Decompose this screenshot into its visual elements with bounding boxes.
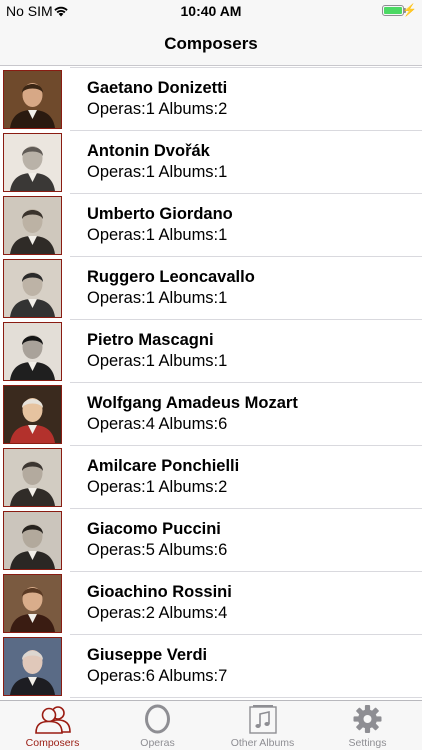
composer-list[interactable]: Gaetano Donizetti Operas:1 Albums:2 Antoni… [0, 66, 422, 700]
tab-composers[interactable]: Composers [0, 701, 105, 751]
charging-bolt-icon: ⚡ [402, 3, 417, 17]
status-time: 10:40 AM [180, 3, 242, 19]
composer-row[interactable]: Gioachino Rossini Operas:2 Albums:4 [0, 572, 422, 635]
composer-name: Wolfgang Amadeus Mozart [87, 394, 298, 412]
status-bar: No SIM 10:40 AM ⚡ [0, 0, 422, 22]
composer-details: Operas:5 Albums:6 [87, 541, 228, 559]
composer-name: Giacomo Puccini [87, 520, 221, 538]
composer-row[interactable]: Umberto Giordano Operas:1 Albums:1 [0, 194, 422, 257]
composer-portrait [3, 259, 62, 318]
composer-row[interactable]: Gaetano Donizetti Operas:1 Albums:2 [0, 68, 422, 131]
composer-name: Pietro Mascagni [87, 331, 214, 349]
tab-other-albums[interactable]: Other Albums [210, 701, 315, 751]
composer-name: Antonin Dvořák [87, 142, 210, 160]
composer-name: Umberto Giordano [87, 205, 233, 223]
row-separator [70, 697, 422, 698]
composer-details: Operas:4 Albums:6 [87, 415, 228, 433]
page-title: Composers [164, 34, 258, 53]
composer-row[interactable]: Giuseppe Verdi Operas:6 Albums:7 [0, 635, 422, 698]
tab-operas[interactable]: Operas [105, 701, 210, 751]
composer-row[interactable]: Amilcare Ponchielli Operas:1 Albums:2 [0, 446, 422, 509]
composer-name: Amilcare Ponchielli [87, 457, 240, 475]
composer-details: Operas:1 Albums:1 [87, 226, 228, 244]
music-note-icon [210, 704, 315, 734]
composer-row[interactable]: Antonin Dvořák Operas:1 Albums:1 [0, 131, 422, 194]
composer-portrait [3, 637, 62, 696]
composer-details: Operas:6 Albums:7 [87, 667, 228, 685]
composer-details: Operas:1 Albums:2 [87, 100, 228, 118]
gear-icon [315, 704, 420, 734]
composer-name: Ruggero Leoncavallo [87, 268, 255, 286]
composer-details: Operas:1 Albums:1 [87, 289, 228, 307]
tab-label: Composers [25, 737, 80, 749]
composer-row[interactable]: Wolfgang Amadeus Mozart Operas:4 Albums:6 [0, 383, 422, 446]
tab-label: Settings [348, 737, 387, 749]
composer-details: Operas:2 Albums:4 [87, 604, 228, 622]
battery-icon [382, 5, 404, 16]
ring-o-icon [105, 704, 210, 734]
composer-portrait [3, 574, 62, 633]
composer-name: Gaetano Donizetti [87, 79, 228, 97]
composer-portrait [3, 322, 62, 381]
composer-portrait [3, 511, 62, 570]
composer-name: Gioachino Rossini [87, 583, 232, 601]
tab-label: Other Albums [230, 737, 295, 749]
composer-name: Giuseppe Verdi [87, 646, 208, 664]
composer-row[interactable]: Ruggero Leoncavallo Operas:1 Albums:1 [0, 257, 422, 320]
composer-portrait [3, 70, 62, 129]
tab-settings[interactable]: Settings [315, 701, 420, 751]
composer-details: Operas:1 Albums:2 [87, 478, 228, 496]
composer-portrait [3, 133, 62, 192]
composer-portrait [3, 385, 62, 444]
composer-portrait [3, 448, 62, 507]
composer-row[interactable]: Pietro Mascagni Operas:1 Albums:1 [0, 320, 422, 383]
row-separator [70, 67, 422, 68]
people-icon [0, 704, 105, 734]
tab-bar: Composers Operas Other Albums Settings [0, 700, 422, 750]
composer-portrait [3, 196, 62, 255]
navigation-bar: Composers [0, 22, 422, 66]
composer-details: Operas:1 Albums:1 [87, 352, 228, 370]
composer-row[interactable]: Giacomo Puccini Operas:5 Albums:6 [0, 509, 422, 572]
composer-details: Operas:1 Albums:1 [87, 163, 228, 181]
tab-label: Operas [140, 737, 175, 749]
